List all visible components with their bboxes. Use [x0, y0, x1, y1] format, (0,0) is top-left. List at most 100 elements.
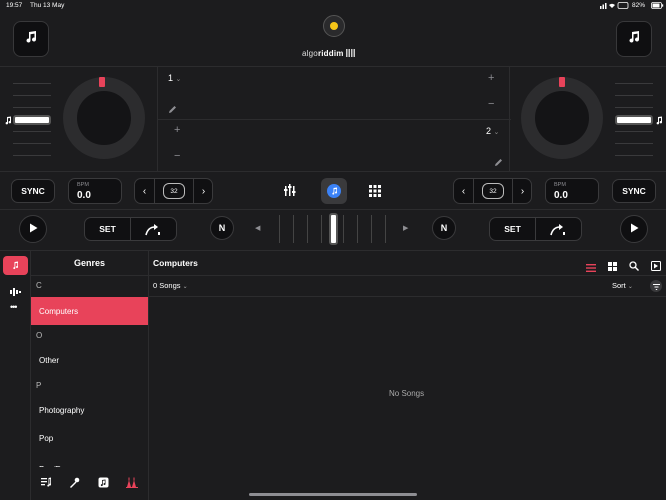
right-pitch-fader[interactable] — [615, 75, 653, 165]
neural-mix-icon: N — [218, 223, 226, 233]
pencil-icon[interactable] — [494, 154, 503, 172]
record-button[interactable] — [323, 15, 345, 37]
deck-1-minus-button[interactable]: − — [488, 98, 494, 110]
right-loop-size: 32 — [489, 187, 497, 195]
deck-2-number: 2 — [486, 126, 492, 136]
genre-item-photography[interactable]: Photography — [31, 397, 148, 423]
left-pitch-fader[interactable] — [13, 75, 51, 165]
genre-item-other[interactable]: Other — [31, 347, 148, 373]
deck-2-selector[interactable]: 2 ⌄ — [486, 126, 499, 136]
source-rail: ••• — [0, 251, 31, 500]
left-loop-decrease-button[interactable]: ‹ — [135, 179, 155, 203]
left-bpm-value: 0.0 — [77, 190, 91, 201]
genre-item-computers[interactable]: Computers — [31, 297, 148, 325]
play-icon — [29, 220, 38, 238]
right-cue-jump-icon[interactable] — [550, 223, 566, 241]
sort-label: Sort — [612, 281, 626, 290]
music-note-icon — [655, 112, 663, 130]
left-set-cue-button[interactable]: SET — [85, 218, 131, 240]
deck-1-plus-button[interactable]: + — [488, 72, 494, 84]
add-to-queue-icon[interactable] — [651, 258, 661, 276]
left-pitch-handle[interactable] — [13, 115, 51, 125]
sort-button[interactable]: Sort ⌄ — [612, 281, 633, 290]
library-panel: ••• Genres C Computers O Other P Photogr… — [0, 250, 666, 500]
browse-tab-bar — [31, 467, 148, 500]
genre-list-title: Genres — [73, 258, 106, 268]
empty-state-text: No Songs — [389, 389, 425, 398]
right-neural-mix-button[interactable]: N — [432, 216, 456, 240]
more-icon[interactable]: ••• — [10, 302, 18, 312]
music-note-icon — [4, 112, 12, 130]
chevron-down-icon: ⌄ — [175, 76, 182, 83]
deck-2-minus-button[interactable]: − — [174, 150, 180, 162]
right-loop-decrease-button[interactable]: ‹ — [454, 179, 474, 203]
right-jog-marker — [559, 77, 565, 87]
chevron-down-icon: ⌄ — [182, 284, 188, 290]
signal-icon — [600, 1, 630, 12]
home-indicator[interactable] — [249, 493, 417, 496]
crossfader-handle[interactable] — [329, 213, 338, 245]
right-loop-increase-button[interactable]: › — [512, 179, 532, 203]
left-jog-marker — [99, 77, 105, 87]
filter-button[interactable] — [650, 280, 662, 292]
left-cue-jump-icon[interactable] — [145, 223, 161, 241]
right-play-button[interactable] — [620, 215, 648, 243]
status-date: Thu 13 May — [30, 2, 65, 9]
deck-2-plus-button[interactable]: + — [174, 124, 180, 136]
left-loop-icon[interactable]: 32 — [163, 183, 185, 199]
section-header-o: O — [36, 331, 43, 340]
status-bar: 19:57 Thu 13 May 82% — [0, 0, 666, 12]
brand-name: riddim — [317, 49, 344, 58]
chevron-down-icon: ⌄ — [493, 129, 500, 136]
artists-tab-icon[interactable] — [69, 475, 80, 493]
deck-area: 1 ⌄ + − + − 2 ⌄ — [0, 66, 666, 173]
top-bar: algoriddim — [0, 12, 666, 66]
left-neural-mix-button[interactable]: N — [210, 216, 234, 240]
left-loop-control: ‹ 32 › — [134, 178, 213, 204]
crossfader-left-arrow-icon[interactable]: ◀ — [255, 224, 260, 232]
streaming-source-icon[interactable] — [10, 283, 21, 301]
music-note-icon — [627, 30, 641, 49]
control-row: SYNC BPM 0.0 ‹ 32 › ‹ 32 › BPM 0.0 SYNC — [0, 172, 666, 210]
right-loop-icon[interactable]: 32 — [482, 183, 504, 199]
crossfader[interactable] — [275, 213, 391, 245]
left-bpm-label: BPM — [77, 182, 89, 188]
search-icon[interactable] — [629, 258, 639, 276]
right-jog-wheel[interactable] — [521, 77, 603, 159]
battery-percent: 82% — [632, 2, 646, 9]
section-header-p: P — [36, 381, 42, 390]
library-view-button[interactable] — [321, 178, 347, 204]
music-note-icon — [12, 257, 19, 275]
crossfader-right-arrow-icon[interactable]: ▶ — [403, 224, 408, 232]
right-bpm-display[interactable]: BPM 0.0 — [545, 178, 599, 204]
grid-icon[interactable] — [369, 184, 381, 202]
neural-mix-icon: N — [440, 223, 448, 233]
genre-item-pop[interactable]: Pop — [31, 425, 148, 451]
genres-tab-icon[interactable] — [126, 475, 138, 493]
left-loop-increase-button[interactable]: › — [193, 179, 213, 203]
left-play-button[interactable] — [19, 215, 47, 243]
song-count-filter[interactable]: 0 Songs ⌄ — [153, 281, 188, 290]
right-set-cue-button[interactable]: SET — [490, 218, 536, 240]
right-sync-button[interactable]: SYNC — [612, 179, 656, 203]
grid-icon[interactable] — [608, 258, 617, 276]
left-sync-button[interactable]: SYNC — [11, 179, 55, 203]
chevron-down-icon: ⌄ — [627, 284, 633, 290]
right-bpm-value: 0.0 — [554, 190, 568, 201]
left-bpm-display[interactable]: BPM 0.0 — [68, 178, 122, 204]
albums-tab-icon[interactable] — [98, 475, 109, 493]
music-note-icon — [24, 30, 38, 49]
right-deck-library-button[interactable] — [616, 21, 652, 57]
tracks-tab-icon[interactable] — [41, 475, 52, 493]
main-title: Computers — [153, 258, 198, 268]
deck-1-selector[interactable]: 1 ⌄ — [168, 73, 181, 83]
battery-icon — [651, 2, 664, 11]
section-header-c: C — [36, 281, 42, 290]
left-jog-wheel[interactable] — [63, 77, 145, 159]
left-deck-library-button[interactable] — [13, 21, 49, 57]
music-note-icon — [327, 184, 341, 198]
pencil-icon[interactable] — [168, 101, 177, 119]
sliders-icon[interactable] — [284, 183, 298, 202]
source-music-button[interactable] — [3, 256, 28, 275]
right-pitch-handle[interactable] — [615, 115, 653, 125]
